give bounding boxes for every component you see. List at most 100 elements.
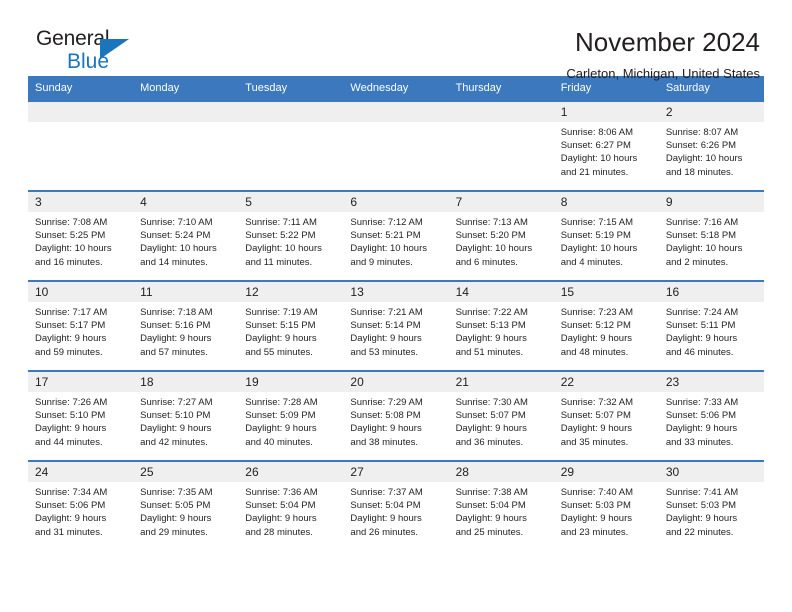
- day-details: Sunrise: 7:35 AM Sunset: 5:05 PM Daylight:…: [133, 482, 238, 539]
- sunset-time: Sunset: 5:11 PM: [665, 320, 736, 332]
- day-number: 1: [553, 102, 659, 122]
- calendar-day-cell[interactable]: 28 Sunrise: 7:38 AM Sunset: 5:04 PM Dayligh…: [448, 460, 554, 551]
- sunrise-time: Sunrise: 7:35 AM: [140, 487, 213, 498]
- calendar-day-cell[interactable]: 9 Sunrise: 7:16 AM Sunset: 5:18 PM Daylight…: [658, 190, 764, 281]
- calendar-day-cell[interactable]: 5 Sunrise: 7:11 AM Sunset: 5:22 PM Daylight…: [238, 190, 344, 281]
- day-number: 29: [553, 462, 659, 482]
- sunset-time: Sunset: 5:03 PM: [665, 500, 737, 512]
- day-number: 21: [448, 372, 554, 392]
- day-details: Sunrise: 7:32 AM Sunset: 5:07 PM Daylight:…: [554, 392, 659, 449]
- daylight-duration-cont: and 51 minutes.: [455, 346, 524, 358]
- day-number: [133, 102, 239, 122]
- daylight-duration-cont: and 40 minutes.: [245, 436, 313, 448]
- general-blue-logo[interactable]: General Blue: [28, 28, 148, 80]
- daylight-duration: Daylight: 10 hours: [665, 243, 743, 255]
- calendar-day-cell[interactable]: 27 Sunrise: 7:37 AM Sunset: 5:04 PM Dayligh…: [343, 460, 449, 551]
- calendar-day-cell[interactable]: 18 Sunrise: 7:27 AM Sunset: 5:10 PM Dayligh…: [133, 370, 239, 461]
- day-details: Sunrise: 7:22 AM Sunset: 5:13 PM Daylight:…: [449, 302, 554, 359]
- daylight-duration-cont: and 59 minutes.: [35, 346, 103, 358]
- calendar-week-row: 1 Sunrise: 8:06 AM Sunset: 6:27 PM Daylight…: [28, 100, 764, 191]
- sunrise-time: Sunrise: 7:17 AM: [35, 307, 108, 318]
- calendar-day-cell[interactable]: 7 Sunrise: 7:13 AM Sunset: 5:20 PM Daylight…: [448, 190, 554, 281]
- calendar-day-cell[interactable]: 22 Sunrise: 7:32 AM Sunset: 5:07 PM Dayligh…: [553, 370, 659, 461]
- sunrise-time: Sunrise: 7:22 AM: [455, 307, 528, 318]
- sunrise-time: Sunrise: 8:07 AM: [665, 127, 739, 138]
- day-details: Sunrise: 7:10 AM Sunset: 5:24 PM Daylight:…: [133, 212, 238, 269]
- calendar-week-row: 10 Sunrise: 7:17 AM Sunset: 5:17 PM Dayligh…: [28, 280, 764, 371]
- calendar-day-cell[interactable]: 15 Sunrise: 7:23 AM Sunset: 5:12 PM Dayligh…: [553, 280, 659, 371]
- daylight-duration-cont: and 42 minutes.: [140, 436, 208, 448]
- day-number: 5: [238, 192, 344, 212]
- day-details: Sunrise: 7:19 AM Sunset: 5:15 PM Daylight:…: [238, 302, 343, 359]
- calendar-day-cell[interactable]: 4 Sunrise: 7:10 AM Sunset: 5:24 PM Daylight…: [133, 190, 239, 281]
- page-header: General Blue November 2024 Carleton, Mic…: [28, 0, 764, 81]
- calendar-day-cell[interactable]: 26 Sunrise: 7:36 AM Sunset: 5:04 PM Dayligh…: [238, 460, 344, 551]
- daylight-duration: Daylight: 9 hours: [35, 513, 107, 525]
- daylight-duration-cont: and 35 minutes.: [560, 436, 629, 448]
- sunrise-time: Sunrise: 7:30 AM: [455, 397, 528, 408]
- day-number: [448, 102, 554, 122]
- sunset-time: Sunset: 6:27 PM: [560, 140, 631, 152]
- calendar-day-cell[interactable]: 25 Sunrise: 7:35 AM Sunset: 5:05 PM Dayligh…: [133, 460, 239, 551]
- calendar-day-cell[interactable]: 2 Sunrise: 8:07 AM Sunset: 6:26 PM Daylight…: [658, 100, 764, 191]
- daylight-duration: Daylight: 10 hours: [665, 153, 743, 165]
- sunrise-time: Sunrise: 7:16 AM: [665, 217, 739, 228]
- day-number: 19: [238, 372, 344, 392]
- sunset-time: Sunset: 5:13 PM: [455, 320, 526, 332]
- day-details: Sunrise: 7:40 AM Sunset: 5:03 PM Daylight:…: [554, 482, 659, 539]
- day-details: Sunrise: 7:27 AM Sunset: 5:10 PM Daylight:…: [133, 392, 238, 449]
- sunrise-time: Sunrise: 7:24 AM: [665, 307, 739, 318]
- day-details: Sunrise: 7:17 AM Sunset: 5:17 PM Daylight:…: [28, 302, 133, 359]
- day-number: 4: [133, 192, 239, 212]
- calendar-empty-cell: [28, 100, 134, 191]
- daylight-duration: Daylight: 9 hours: [665, 513, 738, 525]
- calendar-day-cell[interactable]: 14 Sunrise: 7:22 AM Sunset: 5:13 PM Dayligh…: [448, 280, 554, 371]
- calendar-day-cell[interactable]: 3 Sunrise: 7:08 AM Sunset: 5:25 PM Daylight…: [28, 190, 134, 281]
- sunset-time: Sunset: 5:25 PM: [35, 230, 106, 242]
- daylight-duration: Daylight: 9 hours: [665, 423, 738, 435]
- daylight-duration-cont: and 4 minutes.: [560, 256, 624, 268]
- daylight-duration-cont: and 14 minutes.: [140, 256, 208, 268]
- triangle-icon: [100, 39, 129, 59]
- sunrise-time: Sunrise: 7:38 AM: [455, 487, 528, 498]
- day-details: Sunrise: 7:11 AM Sunset: 5:22 PM Daylight:…: [238, 212, 343, 269]
- daylight-duration-cont: and 48 minutes.: [560, 346, 629, 358]
- calendar-day-cell[interactable]: 13 Sunrise: 7:21 AM Sunset: 5:14 PM Dayligh…: [343, 280, 449, 371]
- weekday-header-thursday: Thursday: [448, 76, 554, 101]
- day-number: 20: [343, 372, 449, 392]
- day-number: 2: [658, 102, 764, 122]
- day-number: 30: [658, 462, 764, 482]
- calendar-day-cell[interactable]: 16 Sunrise: 7:24 AM Sunset: 5:11 PM Dayligh…: [658, 280, 764, 371]
- sunset-time: Sunset: 5:06 PM: [665, 410, 737, 422]
- sunset-time: Sunset: 5:07 PM: [455, 410, 526, 422]
- calendar-day-cell[interactable]: 8 Sunrise: 7:15 AM Sunset: 5:19 PM Daylight…: [553, 190, 659, 281]
- calendar-day-cell[interactable]: 17 Sunrise: 7:26 AM Sunset: 5:10 PM Dayligh…: [28, 370, 134, 461]
- daylight-duration: Daylight: 9 hours: [560, 513, 632, 525]
- calendar-day-cell[interactable]: 21 Sunrise: 7:30 AM Sunset: 5:07 PM Dayligh…: [448, 370, 554, 461]
- daylight-duration-cont: and 18 minutes.: [665, 166, 734, 178]
- day-details: Sunrise: 7:12 AM Sunset: 5:21 PM Daylight:…: [343, 212, 448, 269]
- calendar-day-cell[interactable]: 30 Sunrise: 7:41 AM Sunset: 5:03 PM Dayligh…: [658, 460, 764, 551]
- calendar-day-cell[interactable]: 29 Sunrise: 7:40 AM Sunset: 5:03 PM Dayligh…: [553, 460, 659, 551]
- calendar-week-row: 24 Sunrise: 7:34 AM Sunset: 5:06 PM Dayligh…: [28, 460, 764, 551]
- calendar-day-cell[interactable]: 24 Sunrise: 7:34 AM Sunset: 5:06 PM Dayligh…: [28, 460, 134, 551]
- calendar-day-cell[interactable]: 10 Sunrise: 7:17 AM Sunset: 5:17 PM Dayligh…: [28, 280, 134, 371]
- calendar-day-cell[interactable]: 1 Sunrise: 8:06 AM Sunset: 6:27 PM Daylight…: [553, 100, 659, 191]
- day-number: 25: [133, 462, 239, 482]
- sunset-time: Sunset: 5:07 PM: [560, 410, 631, 422]
- sunset-time: Sunset: 5:10 PM: [35, 410, 106, 422]
- daylight-duration-cont: and 28 minutes.: [245, 526, 313, 538]
- daylight-duration-cont: and 23 minutes.: [560, 526, 629, 538]
- calendar-day-cell[interactable]: 23 Sunrise: 7:33 AM Sunset: 5:06 PM Dayligh…: [658, 370, 764, 461]
- daylight-duration-cont: and 26 minutes.: [350, 526, 419, 538]
- daylight-duration: Daylight: 10 hours: [245, 243, 322, 255]
- daylight-duration-cont: and 2 minutes.: [665, 256, 729, 268]
- calendar-day-cell[interactable]: 12 Sunrise: 7:19 AM Sunset: 5:15 PM Dayligh…: [238, 280, 344, 371]
- sunrise-time: Sunrise: 7:13 AM: [455, 217, 528, 228]
- calendar-day-cell[interactable]: 20 Sunrise: 7:29 AM Sunset: 5:08 PM Dayligh…: [343, 370, 449, 461]
- calendar-day-cell[interactable]: 11 Sunrise: 7:18 AM Sunset: 5:16 PM Dayligh…: [133, 280, 239, 371]
- daylight-duration: Daylight: 9 hours: [140, 513, 212, 525]
- calendar-day-cell[interactable]: 6 Sunrise: 7:12 AM Sunset: 5:21 PM Daylight…: [343, 190, 449, 281]
- calendar-day-cell[interactable]: 19 Sunrise: 7:28 AM Sunset: 5:09 PM Dayligh…: [238, 370, 344, 461]
- weekday-header-wednesday: Wednesday: [343, 76, 449, 101]
